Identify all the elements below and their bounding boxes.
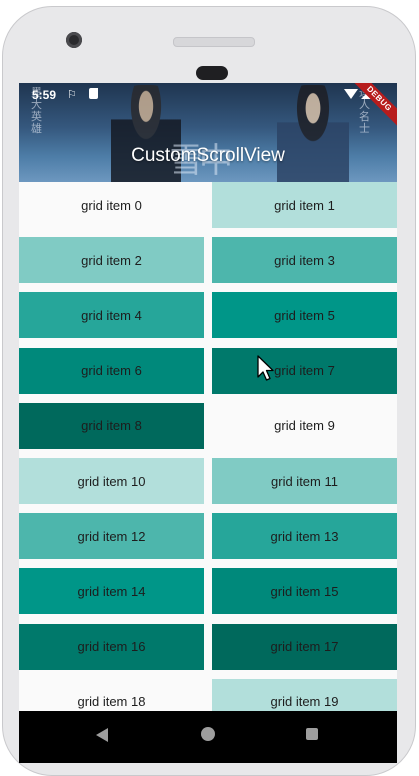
grid-item[interactable]: grid item 17 (212, 623, 397, 670)
home-icon[interactable] (201, 727, 215, 741)
grid-item[interactable]: grid item 9 (212, 402, 397, 449)
phone-screen: 墨大英雄 雪中 達人名士 5:59 ⚐ DEBUG CustomScrollVi… (19, 83, 397, 763)
status-bar: 5:59 ⚐ (19, 83, 397, 107)
app-bar: 墨大英雄 雪中 達人名士 5:59 ⚐ DEBUG CustomScrollVi… (19, 83, 397, 182)
grid-item[interactable]: grid item 2 (19, 237, 204, 284)
grid-item[interactable]: grid item 1 (212, 182, 397, 228)
status-time: 5:59 (32, 88, 57, 102)
sim-card-icon (89, 88, 98, 99)
grid-item[interactable]: grid item 3 (212, 237, 397, 284)
grid-item[interactable]: grid item 13 (212, 513, 397, 560)
system-navigation-bar (19, 711, 397, 763)
page-title: CustomScrollView (131, 145, 285, 166)
grid-item[interactable]: grid item 8 (19, 402, 204, 449)
grid-item[interactable]: grid item 12 (19, 513, 204, 560)
grid-item[interactable]: grid item 0 (19, 182, 204, 228)
proximity-sensor (196, 66, 228, 80)
grid-item[interactable]: grid item 6 (19, 347, 204, 394)
grid-item[interactable]: grid item 16 (19, 623, 204, 670)
grid-item[interactable]: grid item 4 (19, 292, 204, 339)
earpiece-speaker (173, 37, 255, 47)
wifi-icon (344, 89, 358, 99)
notification-icon: ⚐ (67, 88, 77, 101)
grid-item[interactable]: grid item 14 (19, 568, 204, 615)
grid-item[interactable]: grid item 7 (212, 347, 397, 394)
back-icon[interactable] (96, 728, 108, 742)
grid-item[interactable]: grid item 10 (19, 458, 204, 504)
grid-item[interactable]: grid item 11 (212, 458, 397, 504)
grid-item[interactable]: grid item 15 (212, 568, 397, 615)
grid-item[interactable]: grid item 5 (212, 292, 397, 339)
recents-icon[interactable] (306, 728, 318, 740)
mouse-pointer-icon (257, 355, 274, 381)
front-camera-icon (66, 32, 82, 48)
